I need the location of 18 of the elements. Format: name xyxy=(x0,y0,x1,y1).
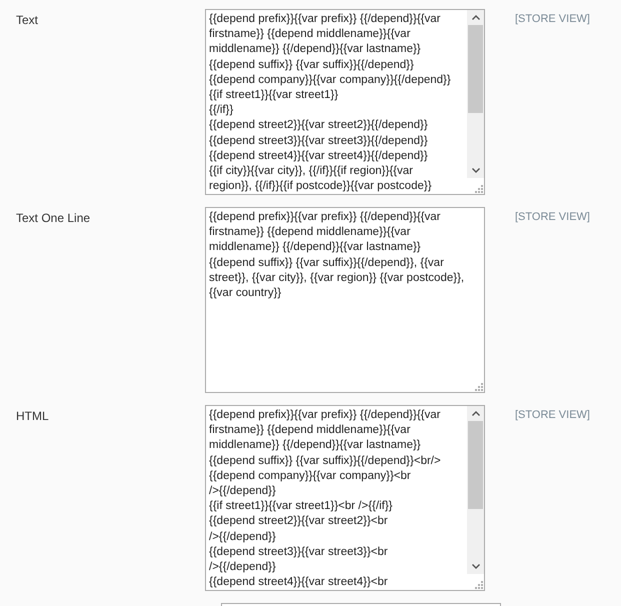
textarea-field[interactable]: {{depend prefix}}{{var prefix}} {{/depend}}{{var firstname}} {{depend middlename}}{{var middlename}} {{/depend}}{{var lastname}} {{depend suffix}} {{var suffix}}{{/depend}} {{depend company}}{{var company}}{{/depend}} {{if street1}}{{var street1}} {{/if}} {{depend street2}}{{var street2}}{{/depend}} {{depend street3}}{{var street3}}{{/depend}} {{depend street4}}{{var street4}}{{/depend}} {{if city}}{{var city}}, {{/if}}{{if region}}{{var region}}, {{/if}}{{if postcode}}{{var postcode}} xyxy=(205,9,485,195)
textarea-field[interactable]: {{depend prefix}}{{var prefix}} {{/depend}}{{var firstname}} {{depend middlename}}{{var middlename}} {{/depend}}{{var lastname}} {{depend suffix}} {{var suffix}}{{/depend}}, {{var street}}, {{var city}}, {{var region}} {{var postcode}}, {{var country}} xyxy=(205,207,485,393)
resize-grip-icon[interactable] xyxy=(475,581,483,589)
scroll-up-icon[interactable] xyxy=(472,411,480,416)
scrollbar-thumb[interactable] xyxy=(468,25,483,113)
field-label: HTML xyxy=(16,409,49,423)
scroll-down-icon[interactable] xyxy=(472,168,480,173)
resize-grip-icon[interactable] xyxy=(475,185,483,193)
scope-label: [STORE VIEW] xyxy=(515,409,590,421)
scope-label: [STORE VIEW] xyxy=(515,211,590,223)
scope-label: [STORE VIEW] xyxy=(515,13,590,25)
field-label: Text xyxy=(16,13,38,27)
scrollbar-thumb[interactable] xyxy=(468,421,483,509)
field-label: Text One Line xyxy=(16,211,90,225)
textarea-field[interactable]: {{depend prefix}}{{var prefix}} {{/depend}}{{var firstname}} {{depend middlename}}{{var middlename}} {{/depend}}{{var lastname}} {{depend suffix}} {{var suffix}}{{/depend}}<br/> {{depend company}}{{var company}}<br />{{/depend}} {{if street1}}{{var street1}}<br />{{/if}} {{depend street2}}{{var street2}}<br />{{/depend}} {{depend street3}}{{var street3}}<br />{{/depend}} {{depend street4}}{{var street4}}<br xyxy=(205,405,485,591)
scroll-down-icon[interactable] xyxy=(472,564,480,569)
resize-grip-icon[interactable] xyxy=(475,383,483,391)
scroll-up-icon[interactable] xyxy=(472,15,480,20)
